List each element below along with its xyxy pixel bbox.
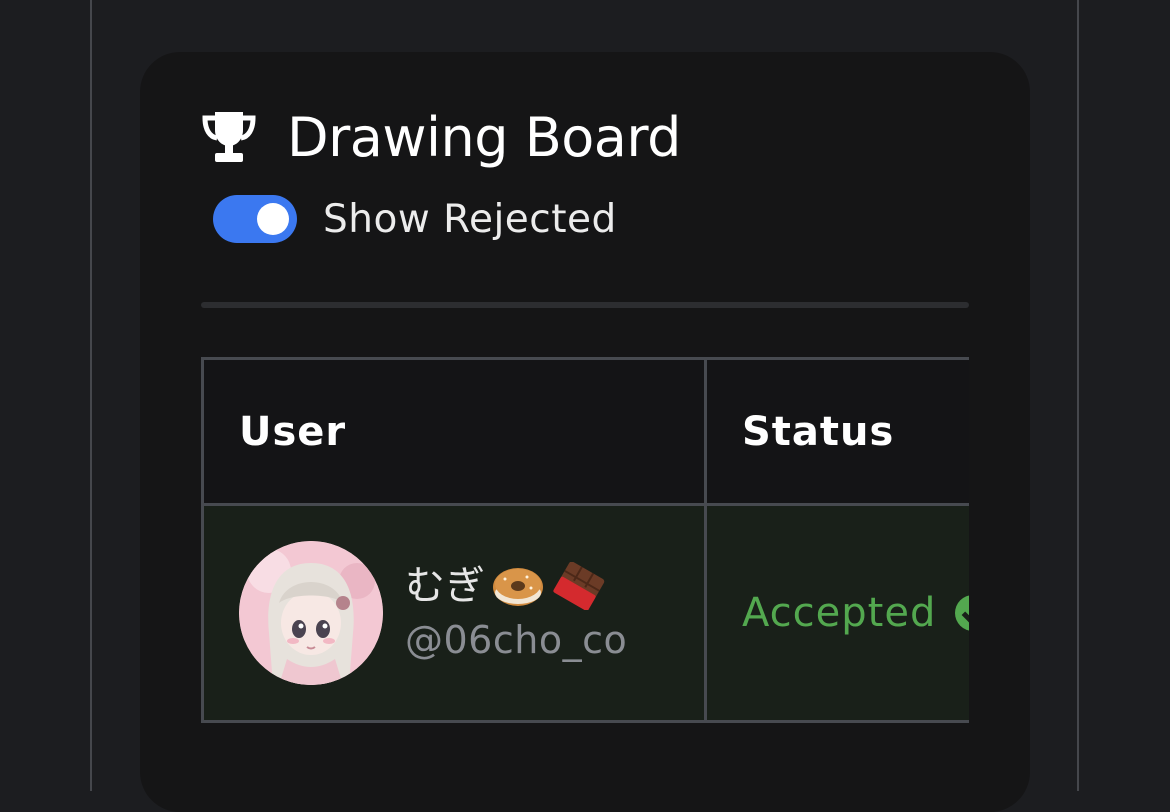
show-rejected-label: Show Rejected bbox=[323, 196, 617, 242]
table-row[interactable]: むぎ @06cho_co Accepted bbox=[201, 503, 969, 723]
right-border-line bbox=[1077, 0, 1079, 791]
status-cell: Accepted bbox=[704, 503, 969, 723]
board-title: Drawing Board bbox=[287, 105, 681, 169]
user-avatar[interactable] bbox=[239, 541, 383, 685]
user-handle[interactable]: @06cho_co bbox=[405, 616, 627, 664]
submissions-table-container[interactable]: User Status むぎ @06cho_co Accepted bbox=[201, 357, 969, 727]
divider bbox=[201, 302, 969, 308]
show-rejected-row: Show Rejected bbox=[213, 194, 617, 244]
column-header-status[interactable]: Status bbox=[704, 357, 969, 506]
status-text: Accepted bbox=[742, 590, 937, 636]
table-header-row: User Status bbox=[201, 357, 969, 506]
board-card: Drawing Board Show Rejected User Status bbox=[140, 52, 1030, 812]
check-circle-icon bbox=[955, 595, 969, 631]
chocolate-bar-icon bbox=[553, 562, 605, 610]
bagel-icon bbox=[493, 568, 543, 606]
user-display-name: むぎ bbox=[405, 563, 485, 609]
submissions-table: User Status むぎ @06cho_co Accepted bbox=[201, 357, 969, 723]
trophy-icon bbox=[202, 112, 256, 162]
board-header: Drawing Board bbox=[201, 105, 681, 169]
column-header-user[interactable]: User bbox=[201, 357, 707, 506]
left-border-line bbox=[90, 0, 92, 791]
toggle-knob bbox=[257, 203, 289, 235]
user-cell: むぎ @06cho_co bbox=[201, 503, 707, 723]
show-rejected-toggle[interactable] bbox=[213, 195, 297, 243]
